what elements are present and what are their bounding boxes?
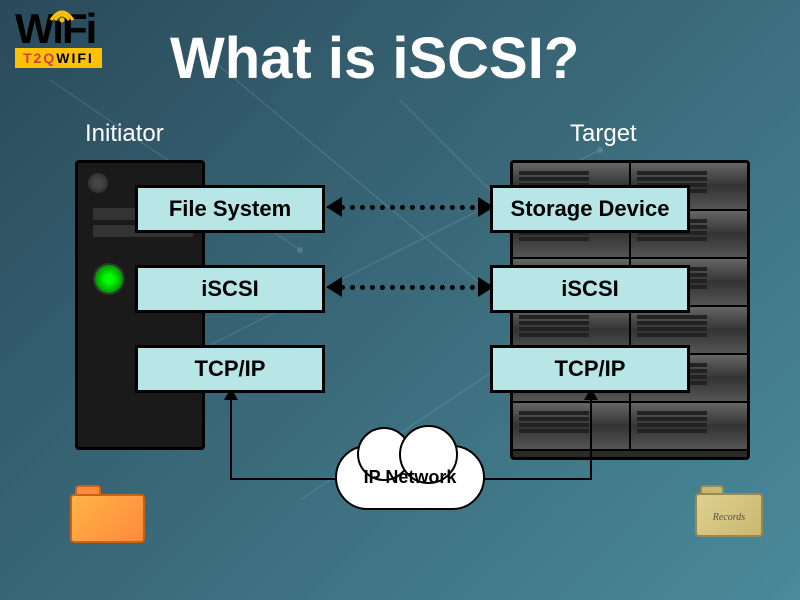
connector-line	[230, 478, 340, 480]
wifi-signal-icon	[47, 2, 77, 24]
records-folder-label: Records	[695, 512, 763, 523]
arrow-head-icon	[326, 277, 342, 297]
arrow-head-icon	[326, 197, 342, 217]
brand-logo: WiFi T2QWIFI	[15, 10, 102, 68]
initiator-label: Initiator	[85, 120, 164, 148]
connector-line	[480, 478, 592, 480]
folder-icon	[70, 485, 145, 543]
ip-network-cloud: IP Network	[335, 445, 485, 510]
connector-line	[590, 395, 592, 480]
target-label: Target	[570, 120, 637, 148]
connector-line	[230, 395, 232, 480]
initiator-layer-iscsi: iSCSI	[135, 265, 325, 313]
page-title: What is iSCSI?	[170, 25, 579, 92]
target-layer-storage: Storage Device	[490, 185, 690, 233]
bidirectional-arrow-mid	[330, 285, 485, 290]
initiator-layer-filesystem: File System	[135, 185, 325, 233]
initiator-layer-tcpip: TCP/IP	[135, 345, 325, 393]
target-layer-tcpip: TCP/IP	[490, 345, 690, 393]
logo-sub-text: T2QWIFI	[15, 48, 102, 68]
target-layer-iscsi: iSCSI	[490, 265, 690, 313]
records-folder-icon: Records	[695, 485, 763, 537]
power-button-icon	[93, 263, 125, 295]
bidirectional-arrow-top	[330, 205, 485, 210]
cloud-label: IP Network	[335, 467, 485, 488]
